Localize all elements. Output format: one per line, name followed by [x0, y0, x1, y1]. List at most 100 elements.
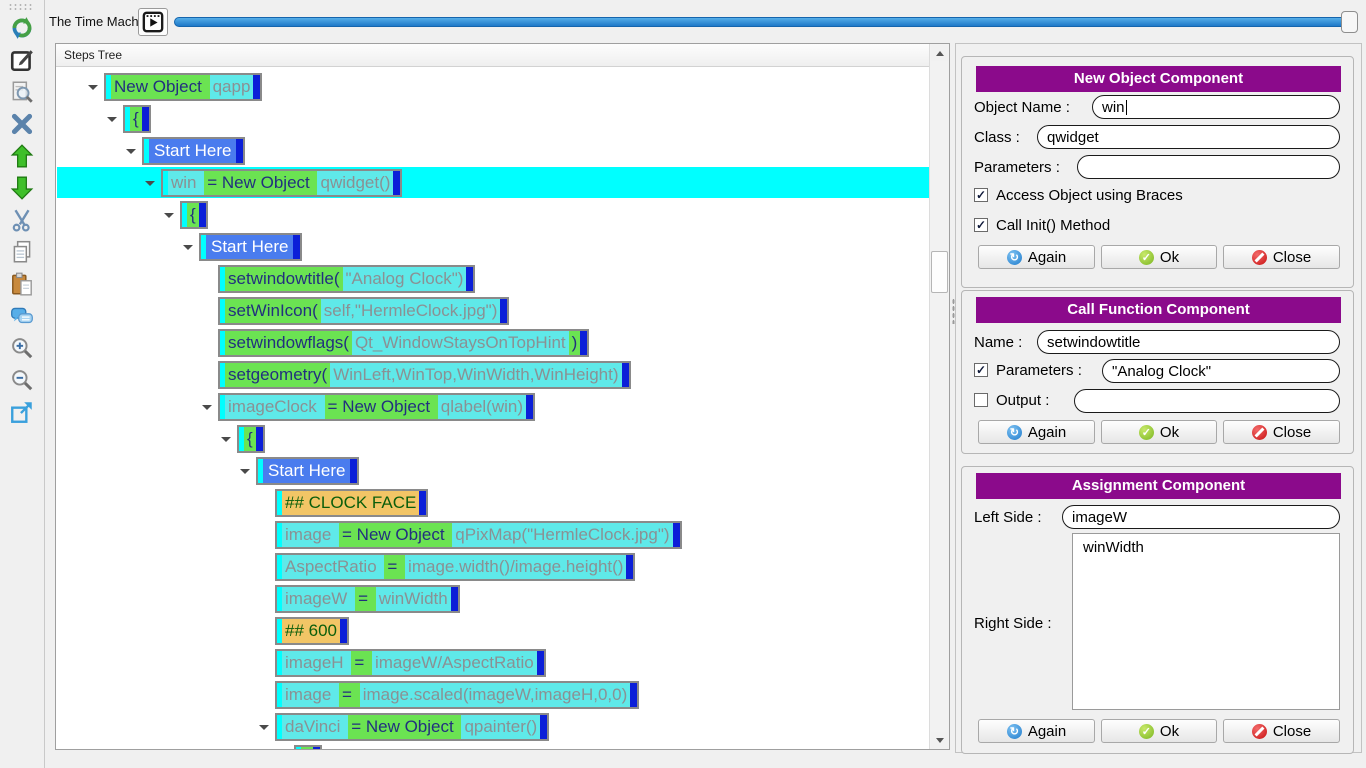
copy-button[interactable]	[8, 238, 36, 266]
edit-button[interactable]	[8, 46, 36, 74]
zoom-out-button[interactable]	[8, 366, 36, 394]
code-segment: qapp	[210, 75, 254, 99]
delete-button[interactable]	[8, 110, 36, 138]
expand-arrow-icon[interactable]	[240, 469, 250, 474]
cut-button[interactable]	[8, 206, 36, 234]
expand-arrow-icon[interactable]	[88, 85, 98, 90]
function-parameters-label: Parameters :	[996, 362, 1082, 379]
expand-arrow-icon[interactable]	[145, 181, 155, 186]
play-button[interactable]	[138, 8, 168, 36]
parameters-input[interactable]	[1077, 155, 1340, 179]
ok-button[interactable]: ✓Ok	[1101, 420, 1217, 444]
close-button[interactable]: Close	[1223, 420, 1340, 444]
tree-item-block[interactable]: {	[123, 105, 151, 133]
move-up-button[interactable]	[8, 142, 36, 170]
tree-item-block[interactable]: win = New Object qwidget()	[161, 169, 402, 197]
steps-tree-viewport[interactable]: New Object qapp{Start Herewin = New Obje…	[57, 67, 929, 749]
function-parameters-checkbox[interactable]: ✓	[974, 363, 988, 377]
function-name-input[interactable]: setwindowtitle	[1037, 330, 1340, 354]
right-side-textarea[interactable]: winWidth	[1072, 533, 1340, 710]
code-segment: {	[244, 427, 256, 451]
tree-item-block[interactable]: imageClock = New Object qlabel(win)	[218, 393, 535, 421]
search-button[interactable]	[8, 78, 36, 106]
again-button[interactable]: ↻Again	[978, 420, 1095, 444]
comments-icon	[9, 303, 35, 329]
timeline-slider[interactable]	[174, 17, 1356, 27]
code-segment: setWinIcon(	[225, 299, 321, 323]
move-down-button[interactable]	[8, 174, 36, 202]
function-parameters-input[interactable]: "Analog Clock"	[1102, 359, 1340, 383]
tree-item-block[interactable]: imageW = winWidth	[275, 585, 460, 613]
code-segment: AspectRatio	[282, 555, 384, 579]
down-arrow-icon	[936, 738, 944, 743]
tree-item-block[interactable]: image = image.scaled(imageW,imageH,0,0)	[275, 681, 639, 709]
left-side-input[interactable]: imageW	[1062, 505, 1340, 529]
move-up-icon	[9, 143, 35, 169]
tree-item-block[interactable]: setWinIcon(self,"HermleClock.jpg")	[218, 297, 509, 325]
ok-button[interactable]: ✓Ok	[1101, 719, 1217, 743]
again-icon: ↻	[1007, 250, 1022, 265]
again-button[interactable]: ↻Again	[978, 245, 1095, 269]
ok-button[interactable]: ✓Ok	[1101, 245, 1217, 269]
expand-arrow-icon[interactable]	[202, 405, 212, 410]
tree-item-block[interactable]: AspectRatio = image.width()/image.height…	[275, 553, 635, 581]
item-right-strip	[142, 107, 149, 131]
scrollbar-down-button[interactable]	[931, 732, 948, 748]
expand-arrow-icon[interactable]	[259, 725, 269, 730]
call-init-label: Call Init() Method	[996, 217, 1110, 234]
tree-item-block[interactable]: image = New Object qPixMap("HermleClock.…	[275, 521, 682, 549]
tree-item-block[interactable]: {	[237, 425, 265, 453]
tree-item-block[interactable]: {	[180, 201, 208, 229]
tree-item-block[interactable]: ## CLOCK FACE	[275, 489, 428, 517]
tree-item-block[interactable]: setwindowflags(Qt_WindowStaysOnTopHint)	[218, 329, 589, 357]
expand-arrow-icon[interactable]	[164, 213, 174, 218]
access-braces-checkbox[interactable]: ✓	[974, 188, 988, 202]
call-init-checkbox[interactable]: ✓	[974, 218, 988, 232]
code-segment: ## CLOCK FACE	[282, 491, 419, 515]
object-name-input[interactable]: win	[1092, 95, 1340, 119]
close-button[interactable]: Close	[1223, 245, 1340, 269]
tree-item-block[interactable]: ## 600	[275, 617, 349, 645]
code-segment: self,"HermleClock.jpg")	[321, 299, 501, 323]
expand-arrow-icon[interactable]	[221, 437, 231, 442]
time-machine-window: The Time Machine Steps Tree New Object q…	[0, 0, 1366, 768]
toolbar	[0, 0, 45, 768]
toolbar-grip-handle[interactable]	[8, 3, 34, 11]
zoom-in-button[interactable]	[8, 334, 36, 362]
comments-button[interactable]	[8, 302, 36, 330]
tree-item-block[interactable]: New Object qapp	[104, 73, 262, 101]
code-segment: win	[168, 171, 204, 195]
code-segment: imageH	[282, 651, 351, 675]
tree-item-block[interactable]: setwindowtitle("Analog Clock")	[218, 265, 475, 293]
item-right-strip	[393, 171, 400, 195]
paste-button[interactable]	[8, 270, 36, 298]
item-right-strip	[256, 427, 263, 451]
export-button[interactable]	[8, 398, 36, 426]
tree-item-block[interactable]: Start Here	[199, 233, 302, 261]
function-output-input[interactable]	[1074, 389, 1340, 413]
scrollbar-thumb[interactable]	[931, 251, 948, 293]
code-segment: setwindowtitle(	[225, 267, 343, 291]
steps-tree-title: Steps Tree	[56, 44, 929, 67]
refresh-button[interactable]	[8, 14, 36, 42]
tree-item-block[interactable]: setgeometry(WinLeft,WinTop,WinWidth,WinH…	[218, 361, 631, 389]
function-output-checkbox[interactable]	[974, 393, 988, 407]
expand-arrow-icon[interactable]	[183, 245, 193, 250]
expand-arrow-icon[interactable]	[126, 149, 136, 154]
scrollbar-up-button[interactable]	[931, 45, 948, 61]
tree-item-block[interactable]: Start Here	[256, 457, 359, 485]
code-segment: image.width()/image.height()	[405, 555, 626, 579]
item-right-strip	[199, 203, 206, 227]
item-right-strip	[419, 491, 426, 515]
tree-item-block[interactable]: daVinci = New Object qpainter()	[275, 713, 549, 741]
class-input[interactable]: qwidget	[1037, 125, 1340, 149]
tree-item-block[interactable]: Start Here	[142, 137, 245, 165]
expand-arrow-icon[interactable]	[107, 117, 117, 122]
close-button[interactable]: Close	[1223, 719, 1340, 743]
tree-item-block[interactable]: {	[294, 745, 322, 749]
again-button[interactable]: ↻Again	[978, 719, 1095, 743]
code-segment: image	[282, 683, 339, 707]
tree-item-block[interactable]: imageH = imageW/AspectRatio	[275, 649, 546, 677]
tree-scrollbar[interactable]	[929, 44, 949, 749]
timeline-slider-handle[interactable]	[1341, 11, 1358, 33]
